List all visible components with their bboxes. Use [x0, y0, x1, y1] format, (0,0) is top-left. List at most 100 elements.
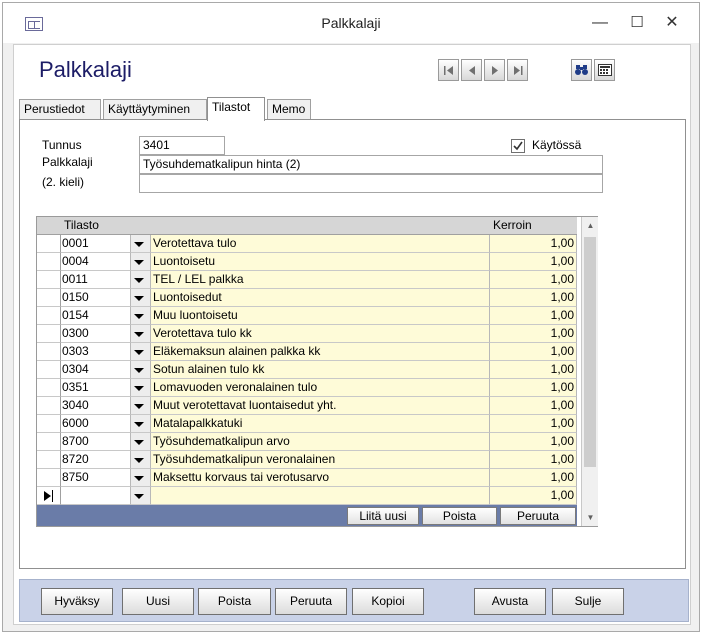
table-row[interactable]: 6000 Matalapalkkatuki 1,00 — [37, 415, 577, 433]
table-row[interactable]: 3040 Muut verotettavat luontaisedut yht.… — [37, 397, 577, 415]
scroll-down-icon[interactable]: ▼ — [582, 509, 599, 526]
statistic-code-cell[interactable]: 8750 — [61, 469, 131, 487]
dropdown-button[interactable] — [131, 307, 151, 325]
table-row[interactable]: 0011 TEL / LEL palkka 1,00 — [37, 271, 577, 289]
dropdown-button[interactable] — [131, 379, 151, 397]
row-selector[interactable] — [37, 415, 61, 433]
delete-button[interactable]: Poista — [198, 588, 271, 615]
kerroin-cell[interactable]: 1,00 — [490, 433, 577, 451]
copy-button[interactable]: Kopioi — [352, 588, 424, 615]
table-row[interactable]: 8700 Työsuhdematkalipun arvo 1,00 — [37, 433, 577, 451]
table-row[interactable]: 0304 Sotun alainen tulo kk 1,00 — [37, 361, 577, 379]
statistic-code-cell[interactable]: 0011 — [61, 271, 131, 289]
row-selector[interactable] — [37, 433, 61, 451]
row-selector[interactable] — [37, 235, 61, 253]
kerroin-cell[interactable]: 1,00 — [490, 469, 577, 487]
kerroin-cell[interactable]: 1,00 — [490, 397, 577, 415]
scroll-up-icon[interactable]: ▲ — [582, 217, 599, 234]
tab-kayttaytyminen[interactable]: Käyttäytyminen — [103, 99, 207, 119]
dropdown-button[interactable] — [131, 415, 151, 433]
row-selector[interactable] — [37, 487, 61, 505]
dropdown-button[interactable] — [131, 271, 151, 289]
help-button[interactable]: Avusta — [474, 588, 546, 615]
table-row[interactable]: 8720 Työsuhdematkalipun veronalainen 1,0… — [37, 451, 577, 469]
kerroin-cell[interactable]: 1,00 — [490, 235, 577, 253]
tab-tilastot[interactable]: Tilastot — [207, 97, 265, 121]
table-row[interactable]: 0004 Luontoisetu 1,00 — [37, 253, 577, 271]
dropdown-button[interactable] — [131, 289, 151, 307]
next-record-button[interactable] — [484, 59, 505, 81]
kerroin-cell[interactable]: 1,00 — [490, 487, 577, 505]
dropdown-button[interactable] — [131, 253, 151, 271]
row-selector[interactable] — [37, 361, 61, 379]
dropdown-button[interactable] — [131, 343, 151, 361]
kerroin-cell[interactable]: 1,00 — [490, 253, 577, 271]
kerroin-cell[interactable]: 1,00 — [490, 343, 577, 361]
grid-vertical-scrollbar[interactable]: ▲ ▼ — [581, 217, 598, 526]
new-record-row[interactable]: 1,00 — [37, 487, 577, 505]
kerroin-cell[interactable]: 1,00 — [490, 289, 577, 307]
table-row[interactable]: 0300 Verotettava tulo kk 1,00 — [37, 325, 577, 343]
first-record-button[interactable] — [438, 59, 459, 81]
statistic-code-cell[interactable]: 0154 — [61, 307, 131, 325]
row-selector[interactable] — [37, 307, 61, 325]
palkkalaji-field[interactable]: Työsuhdematkalipun hinta (2) — [139, 155, 603, 174]
statistic-code-cell[interactable]: 0004 — [61, 253, 131, 271]
kerroin-cell[interactable]: 1,00 — [490, 415, 577, 433]
row-selector[interactable] — [37, 469, 61, 487]
close-button[interactable]: ✕ — [657, 9, 687, 37]
last-record-button[interactable] — [507, 59, 528, 81]
kerroin-cell[interactable]: 1,00 — [490, 307, 577, 325]
kerroin-cell[interactable]: 1,00 — [490, 451, 577, 469]
row-selector[interactable] — [37, 271, 61, 289]
previous-record-button[interactable] — [461, 59, 482, 81]
dropdown-button[interactable] — [131, 451, 151, 469]
kerroin-cell[interactable]: 1,00 — [490, 271, 577, 289]
table-row[interactable]: 0303 Eläkemaksun alainen palkka kk 1,00 — [37, 343, 577, 361]
statistic-code-cell[interactable]: 3040 — [61, 397, 131, 415]
statistic-code-cell[interactable]: 8700 — [61, 433, 131, 451]
statistic-code-cell[interactable]: 0304 — [61, 361, 131, 379]
row-selector[interactable] — [37, 289, 61, 307]
dropdown-button[interactable] — [131, 361, 151, 379]
minimize-button[interactable]: — — [585, 9, 615, 37]
statistic-code-cell[interactable]: 0303 — [61, 343, 131, 361]
row-selector[interactable] — [37, 253, 61, 271]
statistic-code-cell[interactable]: 0150 — [61, 289, 131, 307]
tab-memo[interactable]: Memo — [267, 99, 311, 119]
dropdown-button[interactable] — [131, 325, 151, 343]
dropdown-button[interactable] — [131, 487, 151, 505]
accept-button[interactable]: Hyväksy — [41, 588, 113, 615]
scroll-thumb[interactable] — [584, 237, 596, 467]
statistic-code-cell[interactable]: 8720 — [61, 451, 131, 469]
add-row-button[interactable]: Liitä uusi — [347, 507, 419, 525]
close-form-button[interactable]: Sulje — [552, 588, 624, 615]
kerroin-cell[interactable]: 1,00 — [490, 361, 577, 379]
row-selector[interactable] — [37, 397, 61, 415]
dropdown-button[interactable] — [131, 397, 151, 415]
row-selector[interactable] — [37, 379, 61, 397]
find-button[interactable] — [571, 59, 592, 81]
kerroin-cell[interactable]: 1,00 — [490, 379, 577, 397]
statistic-code-cell[interactable]: 6000 — [61, 415, 131, 433]
dropdown-button[interactable] — [131, 433, 151, 451]
tab-perustiedot[interactable]: Perustiedot — [19, 99, 101, 119]
row-selector[interactable] — [37, 451, 61, 469]
kerroin-cell[interactable]: 1,00 — [490, 325, 577, 343]
statistic-code-cell[interactable] — [61, 487, 131, 505]
delete-row-button[interactable]: Poista — [422, 507, 497, 525]
palkkalaji-second-language-field[interactable] — [139, 174, 603, 193]
table-row[interactable]: 0001 Verotettava tulo 1,00 — [37, 235, 577, 253]
statistic-code-cell[interactable]: 0351 — [61, 379, 131, 397]
new-button[interactable]: Uusi — [122, 588, 194, 615]
cancel-row-button[interactable]: Peruuta — [500, 507, 576, 525]
dropdown-button[interactable] — [131, 235, 151, 253]
row-selector[interactable] — [37, 325, 61, 343]
table-row[interactable]: 0150 Luontoisedut 1,00 — [37, 289, 577, 307]
kaytossa-checkbox[interactable] — [511, 139, 525, 153]
statistic-code-cell[interactable]: 0001 — [61, 235, 131, 253]
calculator-button[interactable] — [594, 59, 615, 81]
cancel-button[interactable]: Peruuta — [275, 588, 347, 615]
maximize-button[interactable]: ☐ — [622, 9, 652, 37]
table-row[interactable]: 0154 Muu luontoisetu 1,00 — [37, 307, 577, 325]
